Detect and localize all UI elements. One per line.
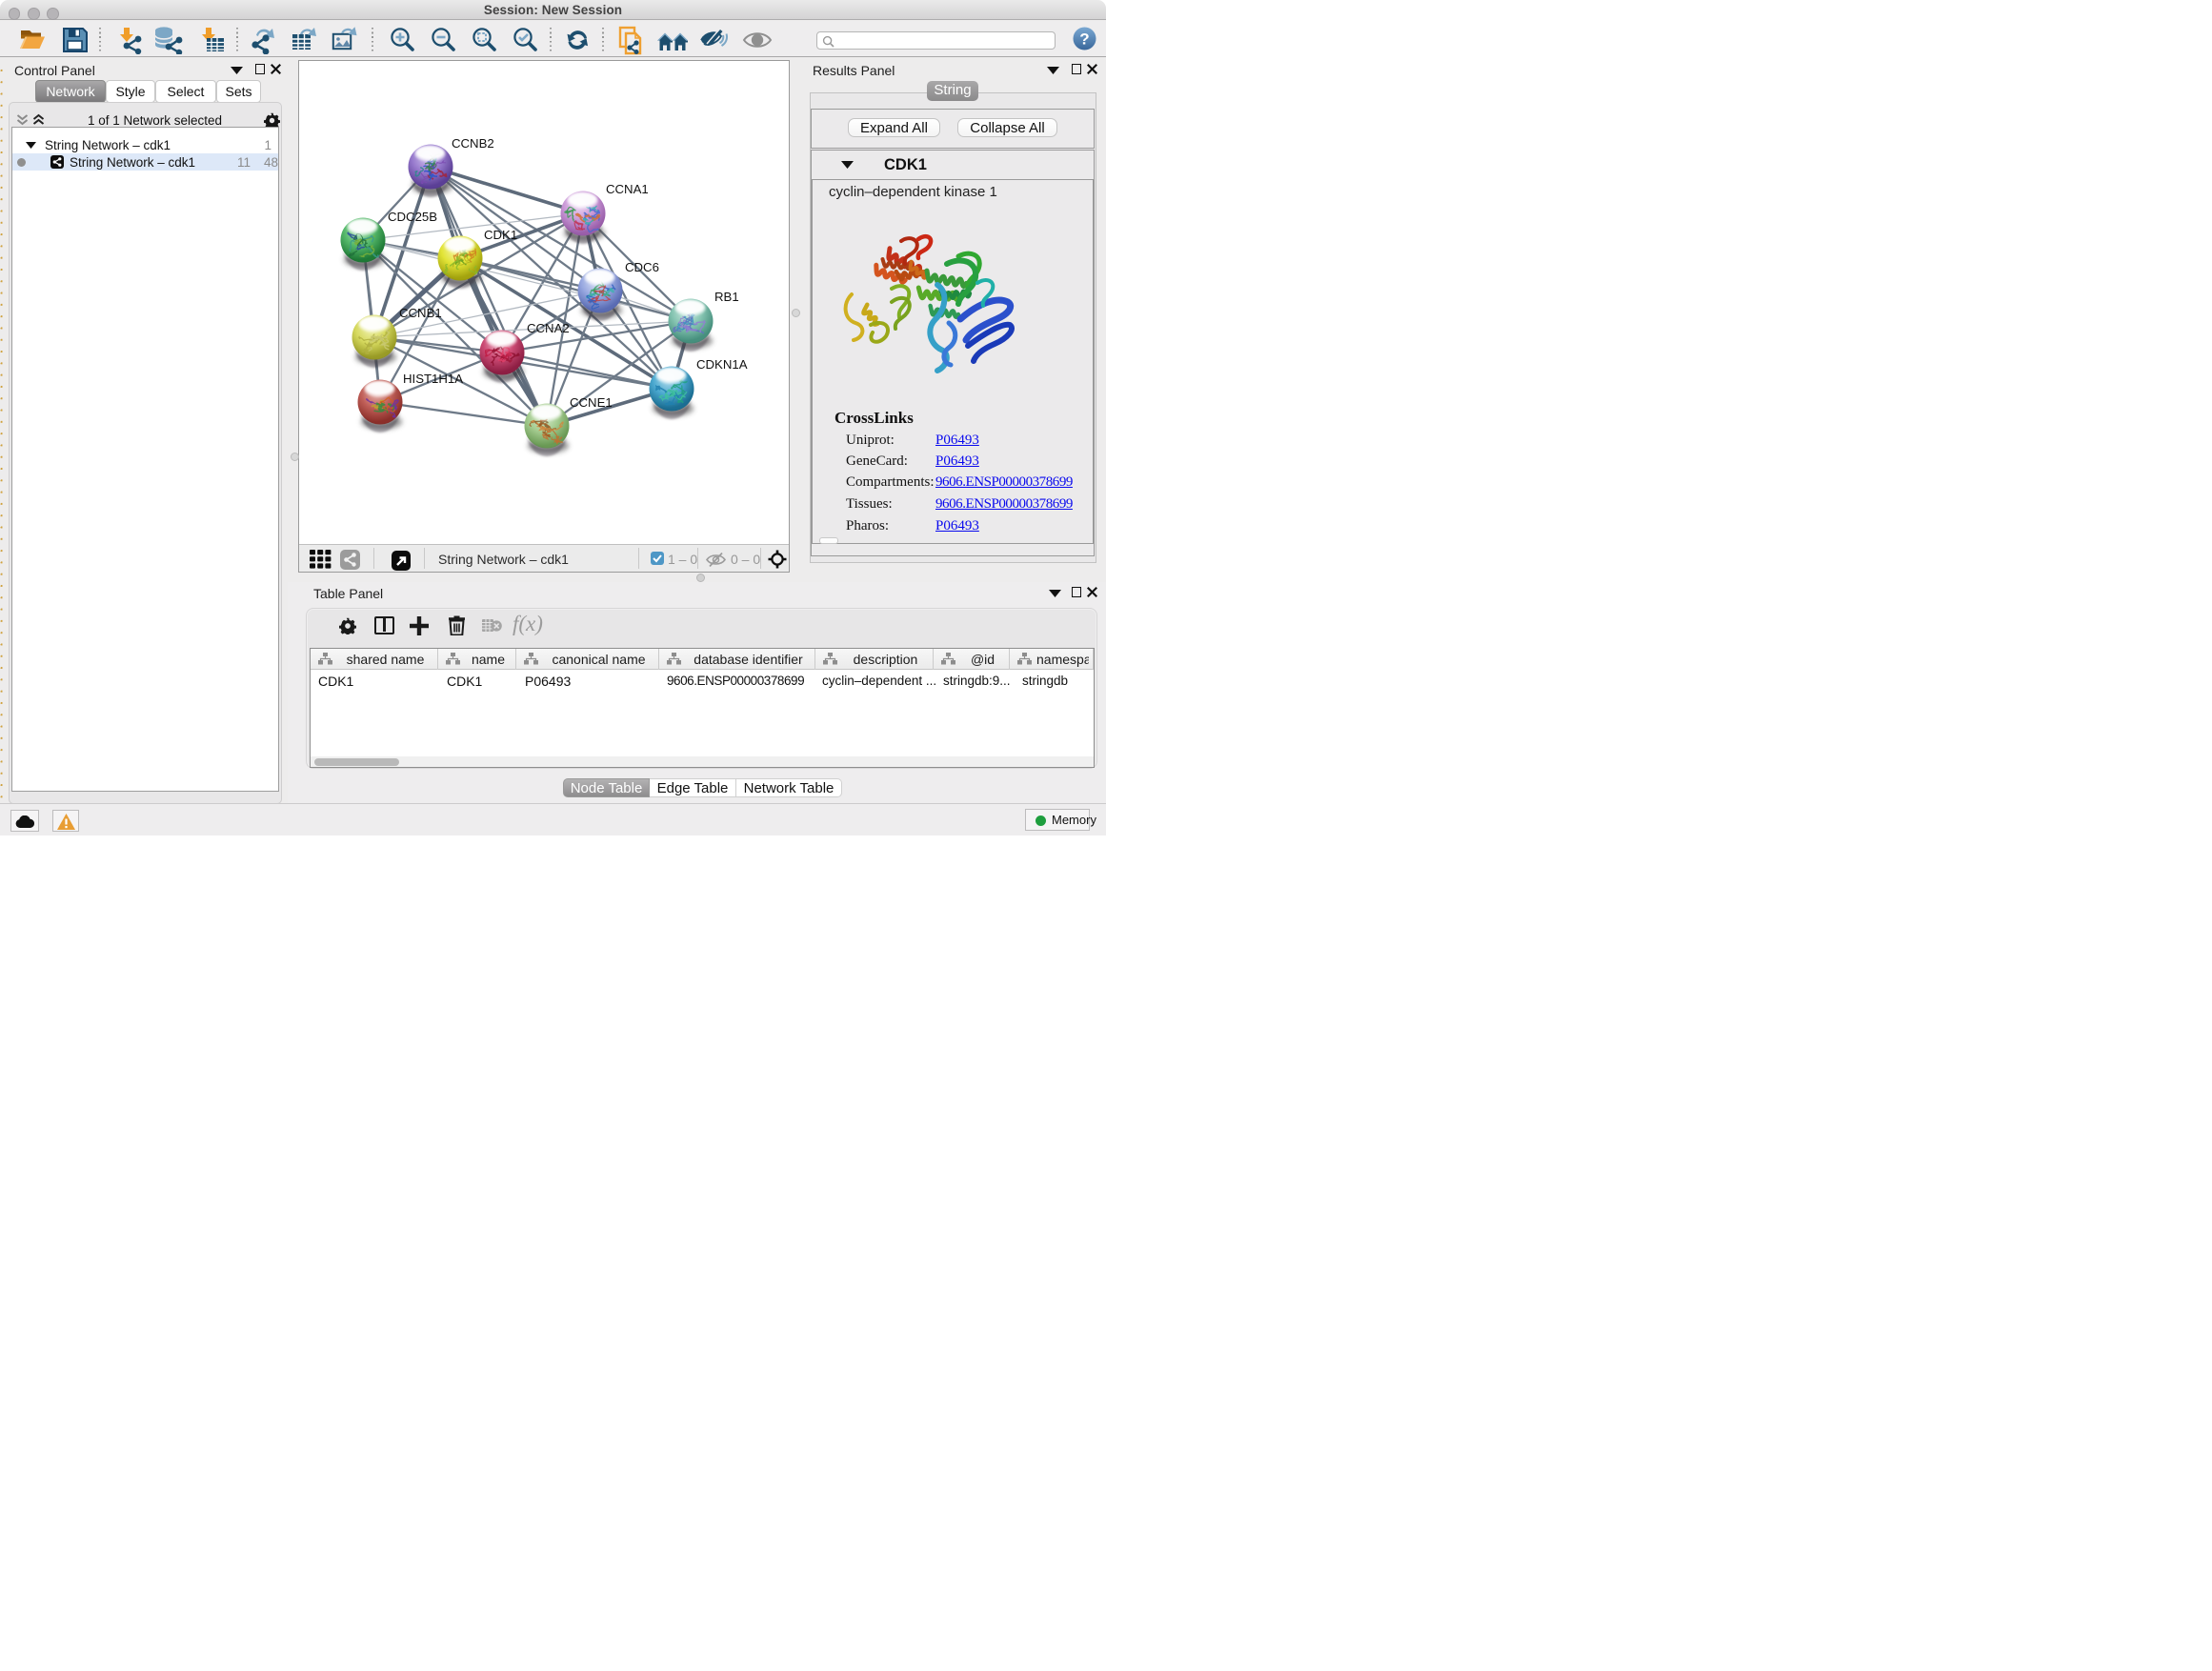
svg-text:CDKN1A: CDKN1A [696,357,748,372]
svg-text:CCNB1: CCNB1 [399,306,442,320]
svg-text:CCNA1: CCNA1 [606,182,649,196]
svg-text:CDK1: CDK1 [484,228,517,242]
svg-text:CCNB2: CCNB2 [452,136,494,151]
svg-text:HIST1H1A: HIST1H1A [403,372,463,386]
svg-text:RB1: RB1 [714,290,739,304]
svg-text:CDC25B: CDC25B [388,210,437,224]
svg-text:CCNA2: CCNA2 [527,321,570,335]
svg-text:CCNE1: CCNE1 [570,395,613,410]
svg-text:?: ? [1079,30,1089,49]
svg-text:CDC6: CDC6 [625,260,659,274]
